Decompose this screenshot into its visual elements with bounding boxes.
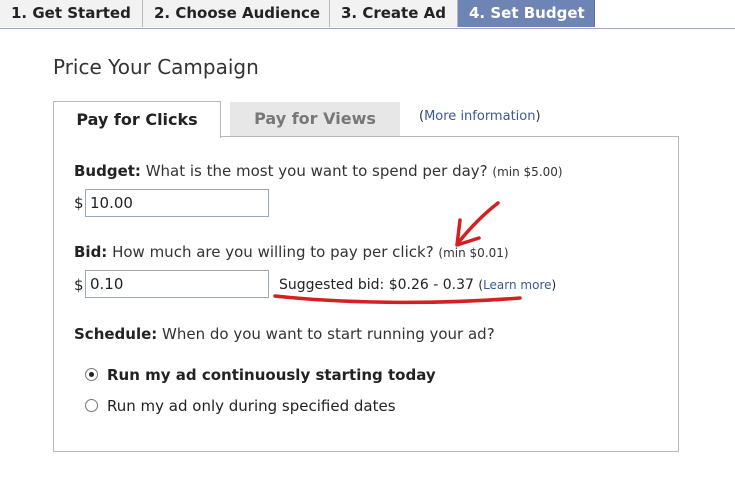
more-information: (More information) [419,109,541,124]
learn-more-close-paren: ) [551,278,557,292]
budget-question: Budget: What is the most you want to spe… [74,162,563,180]
budget-question-text: What is the most you want to spend per d… [140,162,493,180]
bid-question: Bid: How much are you willing to pay per… [74,243,509,261]
wizard-steps: 1. Get Started 2. Choose Audience 3. Cre… [0,0,735,29]
radio-continuous[interactable] [85,368,98,381]
radio-specified-dates[interactable] [85,399,98,412]
schedule-question-text: When do you want to start running your a… [157,325,495,343]
suggested-bid: Suggested bid: $0.26 - 0.37 (Learn more) [279,277,556,293]
tab-pay-for-clicks[interactable]: Pay for Clicks [53,101,221,138]
bid-question-text: How much are you willing to pay per clic… [107,243,439,261]
step-choose-audience[interactable]: 2. Choose Audience [143,0,330,27]
schedule-option-dates[interactable]: Run my ad only during specified dates [85,397,396,415]
tab-pay-for-views[interactable]: Pay for Views [230,102,400,136]
budget-label: Budget: [74,162,141,180]
schedule-label: Schedule: [74,325,158,343]
step-create-ad[interactable]: 3. Create Ad [330,0,458,27]
bid-input[interactable] [85,270,269,298]
budget-min: (min $5.00) [492,165,563,179]
more-info-close-paren: ) [535,109,541,124]
bid-min: (min $0.01) [438,246,509,260]
more-information-link[interactable]: More information [424,109,535,124]
bid-currency: $ [74,276,84,294]
schedule-option-continuous[interactable]: Run my ad continuously starting today [85,366,436,384]
schedule-option-dates-label: Run my ad only during specified dates [107,397,396,415]
step-set-budget[interactable]: 4. Set Budget [458,0,595,27]
schedule-question: Schedule: When do you want to start runn… [74,325,495,343]
suggested-bid-text: Suggested bid: $0.26 - 0.37 [279,277,479,293]
learn-more-link[interactable]: Learn more [483,278,551,292]
schedule-option-continuous-label: Run my ad continuously starting today [107,366,436,384]
step-get-started[interactable]: 1. Get Started [0,0,143,27]
budget-currency: $ [74,194,84,212]
budget-input[interactable] [85,189,269,217]
bid-label: Bid: [74,243,108,261]
page-title: Price Your Campaign [53,55,259,79]
